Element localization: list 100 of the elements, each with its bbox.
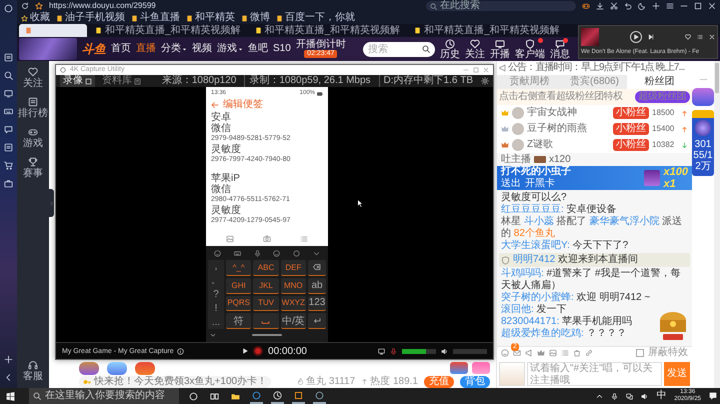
- crown-icon[interactable]: [537, 349, 545, 357]
- symbol-key[interactable]: ?: [213, 288, 219, 300]
- keyboard-icon[interactable]: [4, 107, 13, 116]
- browser-icon[interactable]: [252, 390, 261, 400]
- emoji-icon[interactable]: [273, 250, 280, 256]
- bookmark-link[interactable]: 百度一下，你就: [276, 12, 355, 24]
- download-icon[interactable]: [596, 2, 604, 10]
- side-nav-item[interactable]: 排行榜: [18, 97, 48, 119]
- refresh-icon[interactable]: [21, 2, 29, 10]
- reader-icon[interactable]: [4, 53, 13, 62]
- add-icon[interactable]: [4, 355, 13, 364]
- briefcase-icon[interactable]: [4, 179, 13, 188]
- windows-icon[interactable]: [6, 392, 15, 400]
- video-icon[interactable]: [4, 89, 13, 98]
- bookmark-link[interactable]: 斗鱼直播: [131, 12, 180, 24]
- keyboard-key[interactable]: PQRS: [226, 296, 252, 312]
- link-icon[interactable]: [585, 349, 593, 357]
- keyboard-key[interactable]: ab: [308, 278, 326, 294]
- keyboard-key[interactable]: GHI: [226, 278, 252, 294]
- browser-tab[interactable]: 和平精英直播_和平精英视频解: [248, 24, 406, 37]
- cortana-icon[interactable]: [189, 392, 198, 400]
- folder-icon[interactable]: [231, 392, 240, 400]
- bookmark-link[interactable]: 油子手机视频: [56, 12, 125, 24]
- keyboard-icon[interactable]: [234, 250, 241, 256]
- maximize-icon[interactable]: [694, 2, 702, 10]
- back-icon[interactable]: [211, 101, 219, 109]
- header-link[interactable]: 开播: [490, 38, 510, 60]
- keyboard-key[interactable]: TUV: [253, 296, 279, 312]
- keyboard-key[interactable]: 符: [226, 313, 252, 329]
- speaker-icon[interactable]: [641, 392, 648, 400]
- bookmark-link[interactable]: 和平精英: [186, 12, 235, 24]
- nav-link[interactable]: 首页: [111, 43, 131, 55]
- side-nav-item[interactable]: 客服: [23, 360, 43, 382]
- header-link[interactable]: 客户端: [515, 38, 545, 60]
- scrollbar[interactable]: [714, 61, 720, 388]
- chat-tab[interactable]: 粉丝团: [627, 75, 692, 89]
- task-view-icon[interactable]: [210, 392, 219, 400]
- undo-icon[interactable]: [624, 2, 632, 10]
- symbol-key[interactable]: !: [214, 302, 218, 314]
- nav-link[interactable]: 直播: [136, 43, 156, 55]
- heart-icon[interactable]: [685, 34, 691, 40]
- address-field[interactable]: https://www.douyu.com/29599: [49, 1, 420, 11]
- emoji-icon[interactable]: [214, 250, 222, 256]
- image-icon[interactable]: [226, 235, 234, 243]
- emoji-icon[interactable]: [501, 349, 509, 357]
- notification-icon[interactable]: [709, 392, 717, 400]
- network-icon[interactable]: [626, 392, 634, 400]
- screen-icon[interactable]: [378, 348, 385, 354]
- side-nav-item[interactable]: 赛事: [23, 157, 43, 179]
- keyboard-key[interactable]: ABC: [253, 260, 279, 276]
- circle-icon[interactable]: [292, 250, 300, 256]
- nav-link[interactable]: 分类: [161, 43, 187, 55]
- speaker-icon[interactable]: [441, 348, 448, 354]
- space-key[interactable]: [253, 313, 279, 329]
- moon-icon[interactable]: [638, 2, 646, 10]
- star-icon[interactable]: [35, 2, 43, 10]
- side-nav-item[interactable]: 游戏: [23, 127, 43, 149]
- clock-icon[interactable]: [273, 390, 282, 400]
- scissors-icon[interactable]: [610, 2, 618, 10]
- side-nav-item[interactable]: 关注: [23, 67, 43, 89]
- camera-icon[interactable]: [262, 235, 271, 243]
- keyboard-key[interactable]: 中/英: [280, 313, 306, 329]
- bookmark-link[interactable]: 收藏: [21, 12, 50, 24]
- app-icon[interactable]: [315, 390, 324, 400]
- info-icon[interactable]: [176, 348, 184, 354]
- browser-tab[interactable]: 和平精英直播_和平精英视频解: [408, 24, 566, 37]
- app-icon[interactable]: [294, 390, 303, 400]
- collapse-icon[interactable]: [4, 373, 13, 382]
- symbol-key[interactable]: 。: [211, 275, 221, 286]
- nav-link[interactable]: 鱼吧: [248, 43, 268, 55]
- browser-logo-icon[interactable]: [4, 4, 13, 13]
- record-button[interactable]: [253, 346, 264, 356]
- keyboard-key[interactable]: MNO: [280, 278, 306, 294]
- mail-icon[interactable]: [513, 349, 521, 357]
- gamepad-icon[interactable]: [582, 2, 590, 10]
- close-icon[interactable]: [708, 2, 716, 10]
- chevron-icon[interactable]: [312, 250, 320, 256]
- ime-indicator[interactable]: 中: [656, 390, 666, 402]
- image-icon[interactable]: [549, 349, 557, 357]
- settings-icon[interactable]: [481, 77, 489, 85]
- nav-link[interactable]: S10: [273, 43, 291, 55]
- search-icon[interactable]: [4, 71, 13, 80]
- search-field[interactable]: 在此搜索: [426, 1, 576, 11]
- app-tab[interactable]: 资料库: [99, 75, 144, 87]
- caret-up-icon[interactable]: [596, 392, 604, 400]
- volume-slider[interactable]: [453, 348, 487, 354]
- nav-link[interactable]: 视频: [192, 43, 212, 55]
- keyboard-key[interactable]: WXYZ: [280, 296, 306, 312]
- cart-icon[interactable]: [4, 161, 13, 170]
- next-icon[interactable]: [648, 34, 654, 40]
- chat-icon[interactable]: [4, 125, 13, 134]
- note-icon[interactable]: [4, 143, 13, 152]
- collapse-handle[interactable]: [49, 189, 54, 217]
- play-icon[interactable]: [242, 348, 248, 354]
- keyboard-key[interactable]: 123: [308, 296, 326, 312]
- backspace-key[interactable]: [308, 260, 326, 276]
- nav-link[interactable]: 游戏: [217, 43, 243, 55]
- play-button[interactable]: [630, 31, 642, 43]
- keyboard-key[interactable]: JKL: [253, 278, 279, 294]
- header-link[interactable]: 消息: [550, 38, 570, 60]
